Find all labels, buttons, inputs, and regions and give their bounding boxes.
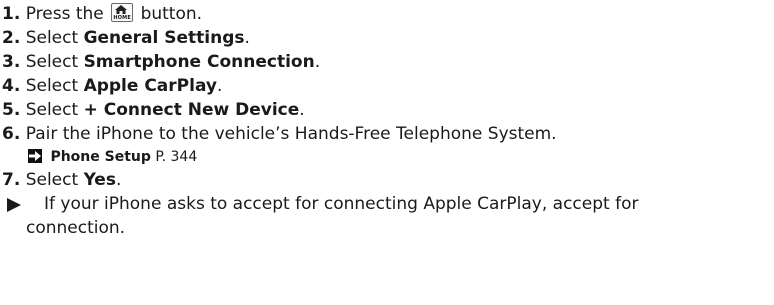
- home-icon-label: HOME: [113, 15, 131, 21]
- step-2: 2. Select General Settings.: [2, 26, 774, 50]
- step-number: 4.: [2, 76, 21, 96]
- triangle-bullet-icon: [7, 198, 21, 212]
- step-period: .: [115, 170, 122, 190]
- step-number: 6.: [2, 124, 21, 144]
- step-text: Select: [25, 76, 79, 96]
- step-period: .: [299, 100, 305, 120]
- cross-reference-title[interactable]: Phone Setup: [50, 149, 150, 165]
- step-number: 3.: [2, 52, 21, 72]
- step-5: 5. Select + Connect New Device.: [2, 98, 774, 122]
- note-text-line-1: If your iPhone asks to accept for connec…: [44, 194, 639, 214]
- step-text: Select: [25, 170, 79, 190]
- step-number: 5.: [2, 100, 21, 120]
- step-period: .: [216, 76, 223, 96]
- note: If your iPhone asks to accept for connec…: [2, 192, 762, 240]
- home-icon: HOME: [111, 3, 134, 22]
- step-number: 1.: [2, 4, 21, 24]
- instruction-page: 1. Press the HOME button. 2. Select Gene…: [0, 0, 774, 305]
- step-text-end: button.: [140, 4, 203, 24]
- menu-option-yes: Yes: [83, 170, 116, 190]
- step-text: Select: [25, 52, 79, 72]
- step-7: 7. Select Yes.: [2, 168, 774, 192]
- step-text: Select: [25, 100, 79, 120]
- cross-reference[interactable]: Phone Setup P. 344: [2, 146, 774, 168]
- cross-reference-page: P. 344: [155, 149, 198, 165]
- menu-option-connect-new-device: + Connect New Device: [83, 100, 300, 120]
- step-text: Select: [25, 28, 79, 48]
- step-text: Pair the iPhone to the vehicle’s Hands-F…: [25, 124, 557, 144]
- menu-option-smartphone-connection: Smartphone Connection: [83, 52, 315, 72]
- step-number: 2.: [2, 28, 21, 48]
- step-4: 4. Select Apple CarPlay.: [2, 74, 774, 98]
- step-6: 6. Pair the iPhone to the vehicle’s Hand…: [2, 122, 774, 146]
- step-3: 3. Select Smartphone Connection.: [2, 50, 774, 74]
- step-text: Press the: [25, 4, 104, 24]
- cross-reference-arrow-icon: [28, 149, 42, 163]
- step-1: 1. Press the HOME button.: [2, 2, 774, 26]
- step-number: 7.: [2, 170, 21, 190]
- step-period: .: [244, 28, 250, 48]
- step-period: .: [314, 52, 321, 72]
- menu-option-general-settings: General Settings: [83, 28, 245, 48]
- note-text-line-2: connection.: [26, 218, 126, 238]
- menu-option-apple-carplay: Apple CarPlay: [83, 76, 217, 96]
